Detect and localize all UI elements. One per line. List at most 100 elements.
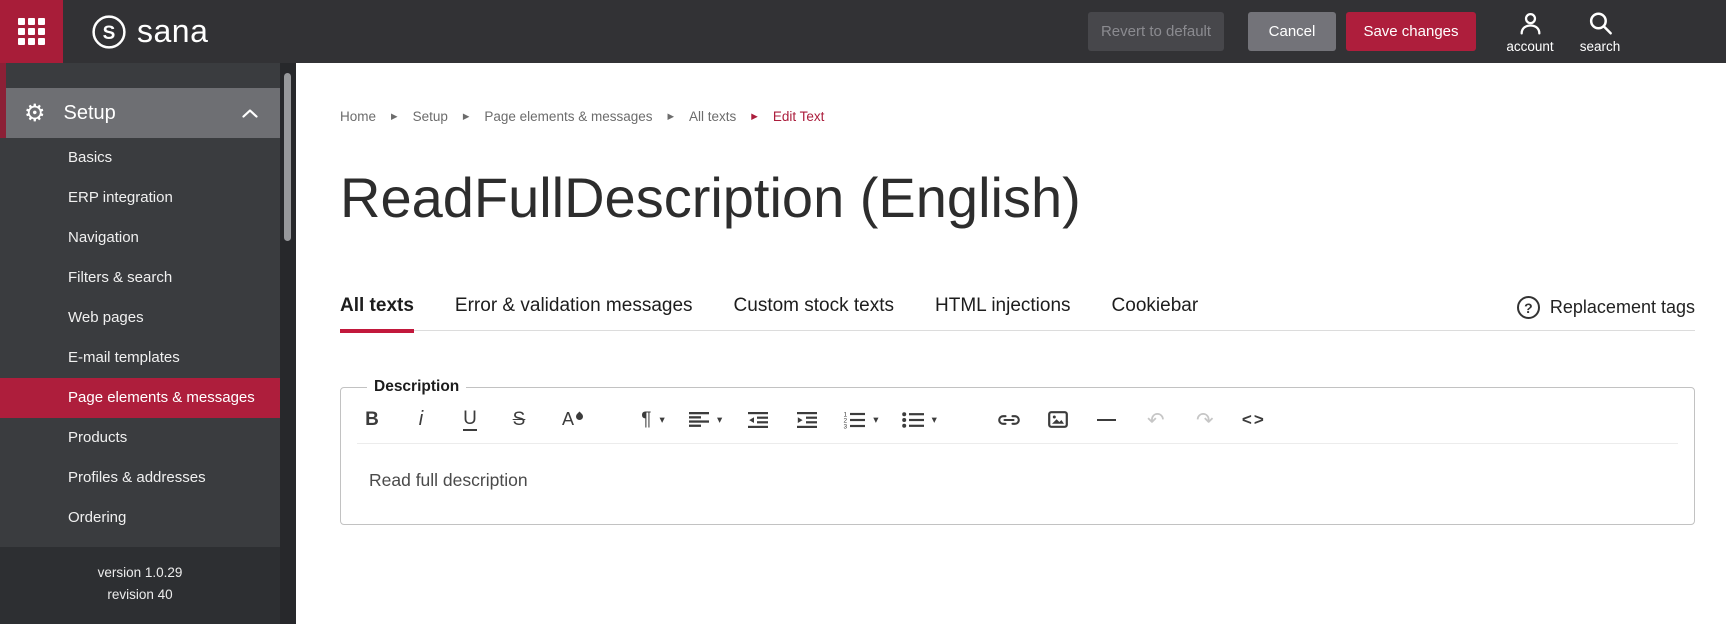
unordered-list-button[interactable]: ▾ bbox=[900, 403, 939, 437]
chevron-down-icon: ▾ bbox=[931, 413, 937, 426]
sidebar-item-email-templates[interactable]: E-mail templates bbox=[0, 338, 280, 378]
editor-content-area[interactable]: Read full description bbox=[357, 444, 1678, 541]
italic-button[interactable]: i bbox=[406, 403, 436, 437]
sidebar-item-navigation[interactable]: Navigation bbox=[0, 218, 280, 258]
insert-image-button[interactable] bbox=[1043, 403, 1073, 437]
sidebar-item-page-elements-messages[interactable]: Page elements & messages bbox=[0, 378, 280, 418]
account-label: account bbox=[1506, 38, 1554, 54]
underline-button[interactable]: U bbox=[455, 403, 485, 437]
bold-icon: B bbox=[365, 408, 379, 430]
insert-link-button[interactable] bbox=[994, 403, 1024, 437]
grid-icon bbox=[18, 18, 45, 45]
revert-to-default-button[interactable]: Revert to default bbox=[1088, 12, 1224, 51]
sidebar-item-filters-search[interactable]: Filters & search bbox=[0, 258, 280, 298]
svg-text:3: 3 bbox=[844, 423, 848, 429]
top-header: S sana Revert to default Cancel Save cha… bbox=[0, 0, 1726, 63]
setup-section-label: Setup bbox=[63, 101, 116, 124]
chevron-down-icon: ▾ bbox=[717, 413, 723, 426]
paragraph-icon: ¶ bbox=[641, 408, 652, 430]
italic-icon: i bbox=[418, 408, 424, 431]
breadcrumb-separator-icon: ▶ bbox=[667, 111, 675, 122]
horizontal-line-button[interactable] bbox=[1092, 403, 1122, 437]
breadcrumb-separator-icon: ▶ bbox=[751, 111, 758, 122]
sana-logo-icon: S bbox=[92, 14, 126, 49]
breadcrumb-current: Edit Text bbox=[772, 109, 825, 124]
breadcrumb-page-elements-messages[interactable]: Page elements & messages bbox=[484, 109, 652, 124]
app: S sana Revert to default Cancel Save cha… bbox=[0, 0, 1726, 624]
tab-cookiebar[interactable]: Cookiebar bbox=[1112, 295, 1199, 330]
version-label: version 1.0.29 bbox=[97, 565, 183, 580]
save-changes-button[interactable]: Save changes bbox=[1346, 12, 1476, 51]
bold-button[interactable]: B bbox=[357, 403, 387, 437]
tab-error-validation-messages[interactable]: Error & validation messages bbox=[455, 295, 693, 330]
text-color-icon: A bbox=[561, 409, 574, 430]
sidebar-item-basics[interactable]: Basics bbox=[0, 138, 280, 178]
sidebar-section-setup[interactable]: ⚙ Setup bbox=[0, 88, 280, 138]
outdent-button[interactable] bbox=[743, 403, 773, 437]
breadcrumb: Home ▶ Setup ▶ Page elements & messages … bbox=[340, 109, 1695, 124]
strikethrough-icon: S bbox=[512, 408, 526, 430]
account-icon bbox=[1520, 12, 1540, 35]
setup-accent-strip bbox=[0, 63, 6, 138]
sidebar-item-profiles-addresses[interactable]: Profiles & addresses bbox=[0, 458, 280, 498]
tab-all-texts[interactable]: All texts bbox=[340, 295, 414, 333]
sidebar-item-web-pages[interactable]: Web pages bbox=[0, 298, 280, 338]
cancel-button[interactable]: Cancel bbox=[1248, 12, 1336, 51]
redo-button[interactable]: ↷ bbox=[1190, 403, 1220, 437]
breadcrumb-setup[interactable]: Setup bbox=[413, 109, 448, 124]
logo-text: sana bbox=[137, 13, 209, 49]
search-icon bbox=[1589, 11, 1612, 35]
account-button[interactable]: account bbox=[1500, 10, 1560, 54]
code-view-button[interactable]: <> bbox=[1239, 403, 1269, 437]
description-legend: Description bbox=[374, 378, 460, 396]
sana-logo: S sana bbox=[91, 13, 208, 50]
svg-text:S: S bbox=[103, 23, 116, 44]
indent-icon bbox=[797, 411, 818, 428]
align-button[interactable]: ▾ bbox=[687, 403, 724, 437]
image-icon bbox=[1047, 411, 1068, 429]
revision-label: revision 40 bbox=[107, 587, 173, 602]
search-label: search bbox=[1579, 38, 1621, 54]
tab-custom-stock-texts[interactable]: Custom stock texts bbox=[734, 295, 895, 330]
undo-icon: ↶ bbox=[1147, 407, 1165, 432]
sidebar-footer: version 1.0.29 revision 40 bbox=[0, 547, 280, 624]
editor-toolbar: B i U S A ¶ ▾ ▾ 1 2 3 ▾ ▾ ↶ ↷ <> bbox=[357, 396, 1678, 445]
align-left-icon bbox=[689, 412, 709, 428]
ordered-list-button[interactable]: 1 2 3 ▾ bbox=[841, 403, 880, 437]
main-content: Home ▶ Setup ▶ Page elements & messages … bbox=[296, 63, 1726, 624]
underline-icon: U bbox=[463, 407, 477, 431]
sidebar-item-erp-integration[interactable]: ERP integration bbox=[0, 178, 280, 218]
app-launcher-button[interactable] bbox=[0, 0, 63, 63]
ordered-list-icon: 1 2 3 bbox=[844, 411, 866, 429]
breadcrumb-all-texts[interactable]: All texts bbox=[689, 109, 736, 124]
text-color-button[interactable]: A bbox=[553, 403, 585, 437]
description-fieldset: Description B i U S A ¶ ▾ ▾ 1 2 3 ▾ ▾ ↶ … bbox=[340, 378, 1695, 526]
redo-icon: ↷ bbox=[1196, 407, 1214, 432]
undo-button[interactable]: ↶ bbox=[1141, 403, 1171, 437]
replacement-tags-link[interactable]: ? Replacement tags bbox=[1516, 296, 1695, 330]
breadcrumb-separator-icon: ▶ bbox=[462, 111, 470, 122]
breadcrumb-separator-icon: ▶ bbox=[391, 111, 398, 122]
sidebar-item-products[interactable]: Products bbox=[0, 418, 280, 458]
indent-button[interactable] bbox=[792, 403, 822, 437]
replacement-tags-label: Replacement tags bbox=[1549, 297, 1695, 318]
sidebar-item-ordering[interactable]: Ordering bbox=[0, 498, 280, 538]
strikethrough-button[interactable]: S bbox=[504, 403, 534, 437]
breadcrumb-home[interactable]: Home bbox=[340, 109, 376, 124]
sidebar: ⚙ Setup Basics ERP integration Navigatio… bbox=[0, 63, 296, 624]
chevron-up-icon bbox=[242, 108, 258, 118]
chevron-down-icon: ▾ bbox=[659, 413, 665, 426]
sidebar-menu: ⚙ Setup Basics ERP integration Navigatio… bbox=[0, 63, 280, 624]
search-button[interactable]: search bbox=[1570, 10, 1630, 54]
tab-html-injections[interactable]: HTML injections bbox=[935, 295, 1071, 330]
page-title: ReadFullDescription (English) bbox=[340, 166, 1081, 229]
chevron-down-icon: ▾ bbox=[873, 413, 879, 426]
color-drop-icon bbox=[574, 411, 585, 422]
tabs-bar: All texts Error & validation messages Cu… bbox=[340, 295, 1695, 333]
sidebar-scrollbar-thumb[interactable] bbox=[284, 73, 291, 241]
unordered-list-icon bbox=[901, 412, 924, 428]
paragraph-format-button[interactable]: ¶ ▾ bbox=[638, 403, 668, 437]
sidebar-scrollbar-track bbox=[280, 63, 296, 624]
gear-icon: ⚙ bbox=[24, 99, 46, 127]
help-circle-icon: ? bbox=[1516, 296, 1540, 320]
